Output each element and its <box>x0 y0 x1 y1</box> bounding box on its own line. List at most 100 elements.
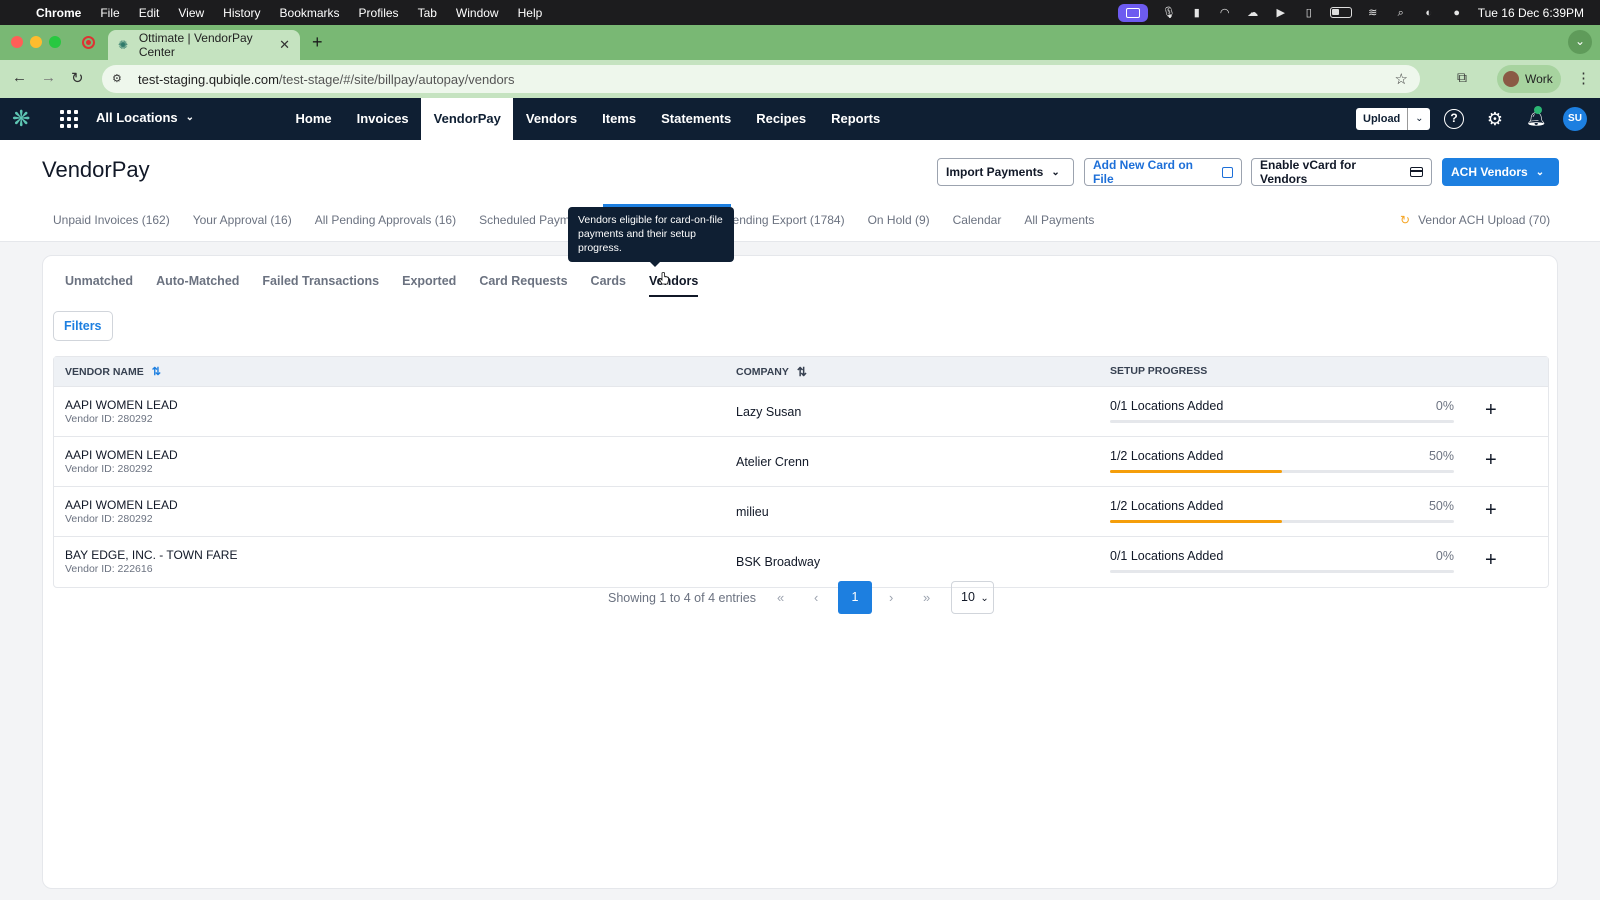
address-bar[interactable]: ⚙ test-staging.qubiqle.com /test-stage/#… <box>102 65 1420 93</box>
menu-history[interactable]: History <box>223 6 260 20</box>
add-new-card-button[interactable]: Add New Card on File <box>1084 158 1242 186</box>
location-selector[interactable]: All Locations ⌄ <box>96 110 194 125</box>
bookmark-star-icon[interactable]: ☆ <box>1395 70 1408 88</box>
new-tab-icon[interactable]: + <box>312 32 323 53</box>
browser-tab[interactable]: ✺ Ottimate | VendorPay Center ✕ <box>108 30 300 60</box>
add-location-plus-icon[interactable]: + <box>1485 449 1497 472</box>
nav-items[interactable]: Items <box>590 98 649 140</box>
vendor-ach-upload-link[interactable]: ↻ Vendor ACH Upload (70) <box>1400 213 1550 227</box>
table-row[interactable]: AAPI WOMEN LEAD Vendor ID: 280292 Atelie… <box>54 437 1548 487</box>
wifi-icon[interactable]: ≋ <box>1366 7 1380 19</box>
previous-page-icon[interactable]: ‹ <box>814 590 818 605</box>
add-location-plus-icon[interactable]: + <box>1485 549 1497 572</box>
forward-arrow-icon[interactable]: → <box>41 69 56 86</box>
add-location-plus-icon[interactable]: + <box>1485 499 1497 522</box>
menu-help[interactable]: Help <box>518 6 543 20</box>
tab-close-icon[interactable]: ✕ <box>279 37 290 53</box>
spotlight-search-icon[interactable]: ⌕ <box>1394 7 1408 19</box>
screen-share-icon[interactable] <box>1117 3 1148 22</box>
filters-button[interactable]: Filters <box>53 311 113 341</box>
nav-home[interactable]: Home <box>283 98 344 140</box>
upload-dropdown-chevron-icon[interactable]: ⌄ <box>1408 108 1430 130</box>
tab-exported[interactable]: Exported <box>402 274 456 297</box>
tab-vendors[interactable]: Vendors <box>648 274 699 297</box>
window-minimize-button[interactable] <box>30 36 42 48</box>
nav-invoices[interactable]: Invoices <box>344 98 421 140</box>
nav-reports[interactable]: Reports <box>819 98 893 140</box>
cloud-icon[interactable]: ☁ <box>1246 7 1260 19</box>
siri-icon[interactable]: ● <box>1450 7 1464 19</box>
nav-vendors[interactable]: Vendors <box>513 98 589 140</box>
battery-icon[interactable] <box>1329 7 1352 18</box>
sort-icon[interactable]: ⇅ <box>797 365 807 379</box>
app-grid-icon[interactable] <box>60 110 78 128</box>
progress-label: 1/2 Locations Added <box>1110 499 1224 513</box>
col-vendor-name[interactable]: VENDOR NAME ⇅ <box>65 365 161 379</box>
page-size-select[interactable]: 10 ⌄ <box>951 581 994 614</box>
menu-tab[interactable]: Tab <box>418 6 437 20</box>
ach-vendors-label: ACH Vendors <box>1451 165 1528 179</box>
table-row[interactable]: AAPI WOMEN LEAD Vendor ID: 280292 milieu… <box>54 487 1548 537</box>
upload-button[interactable]: Upload <box>1356 108 1409 130</box>
table-row[interactable]: BAY EDGE, INC. - TOWN FARE Vendor ID: 22… <box>54 537 1548 587</box>
ach-vendors-button[interactable]: ACH Vendors ⌄ <box>1442 158 1559 186</box>
control-center-icon[interactable]: ◐ <box>1422 7 1436 19</box>
subtab-all-pending-approvals[interactable]: All Pending Approvals (16) <box>315 213 456 235</box>
vendor-name: AAPI WOMEN LEAD <box>65 398 178 412</box>
device-icon[interactable]: ▯ <box>1302 7 1316 19</box>
site-settings-icon[interactable]: ⚙ <box>112 72 126 86</box>
help-icon[interactable]: ? <box>1444 109 1464 129</box>
window-zoom-button[interactable] <box>49 36 61 48</box>
sort-ascending-icon[interactable]: ⇅ <box>152 365 161 378</box>
subtab-all-payments[interactable]: All Payments <box>1024 213 1094 235</box>
tab-unmatched[interactable]: Unmatched <box>65 274 133 297</box>
import-payments-button[interactable]: Import Payments ⌄ <box>937 158 1074 186</box>
clipboard-icon[interactable]: ▮ <box>1190 7 1204 19</box>
menu-profiles[interactable]: Profiles <box>359 6 399 20</box>
menu-view[interactable]: View <box>178 6 204 20</box>
tab-search-chevron-icon[interactable]: ⌄ <box>1568 30 1592 54</box>
tab-failed-transactions[interactable]: Failed Transactions <box>262 274 379 297</box>
first-page-icon[interactable]: « <box>777 590 784 605</box>
tab-auto-matched[interactable]: Auto-Matched <box>156 274 239 297</box>
extensions-icon[interactable]: ⧉ <box>1457 69 1467 86</box>
subtab-on-hold[interactable]: On Hold (9) <box>868 213 930 235</box>
pagination-summary: Showing 1 to 4 of 4 entries <box>608 591 757 605</box>
col-company[interactable]: COMPANY ⇅ <box>736 365 807 379</box>
recording-icon[interactable] <box>82 36 95 49</box>
profile-button[interactable]: Work <box>1497 65 1561 93</box>
user-avatar[interactable]: SU <box>1563 107 1587 131</box>
subtab-calendar[interactable]: Calendar <box>953 213 1002 235</box>
add-location-plus-icon[interactable]: + <box>1485 399 1497 422</box>
next-page-icon[interactable]: › <box>889 590 893 605</box>
nav-statements[interactable]: Statements <box>649 98 744 140</box>
octopus-logo-icon[interactable]: ❋ <box>12 106 40 132</box>
menu-edit[interactable]: Edit <box>139 6 160 20</box>
back-arrow-icon[interactable]: ← <box>12 69 27 86</box>
subtab-pending-export[interactable]: Pending Export (1784) <box>725 213 845 235</box>
browser-menu-icon[interactable]: ⋮ <box>1576 69 1591 87</box>
tab-cards[interactable]: Cards <box>591 274 626 297</box>
window-close-button[interactable] <box>11 36 23 48</box>
nav-recipes[interactable]: Recipes <box>744 98 819 140</box>
tab-card-requests[interactable]: Card Requests <box>479 274 567 297</box>
table-row[interactable]: AAPI WOMEN LEAD Vendor ID: 280292 Lazy S… <box>54 387 1548 437</box>
last-page-icon[interactable]: » <box>923 590 930 605</box>
subtab-your-approval[interactable]: Your Approval (16) <box>193 213 292 235</box>
progress-percent: 0% <box>1435 549 1454 563</box>
nav-vendorpay[interactable]: VendorPay <box>421 98 514 140</box>
gear-icon[interactable]: ⚙ <box>1485 109 1505 129</box>
play-icon[interactable]: ▶ <box>1274 7 1288 19</box>
menu-window[interactable]: Window <box>456 6 499 20</box>
subtab-unpaid-invoices[interactable]: Unpaid Invoices (162) <box>53 213 170 235</box>
menubar-clock[interactable]: Tue 16 Dec 6:39PM <box>1478 6 1584 20</box>
headphones-icon[interactable]: ◠ <box>1218 7 1232 19</box>
menu-app-name[interactable]: Chrome <box>36 6 81 20</box>
menu-file[interactable]: File <box>100 6 119 20</box>
url-host: test-staging.qubiqle.com <box>138 71 279 87</box>
current-page-button[interactable]: 1 <box>838 581 872 614</box>
enable-vcard-button[interactable]: Enable vCard for Vendors <box>1251 158 1432 186</box>
menu-bookmarks[interactable]: Bookmarks <box>280 6 340 20</box>
reload-icon[interactable]: ↻ <box>71 69 84 87</box>
microphone-icon[interactable]: 🎙 <box>1162 7 1176 19</box>
